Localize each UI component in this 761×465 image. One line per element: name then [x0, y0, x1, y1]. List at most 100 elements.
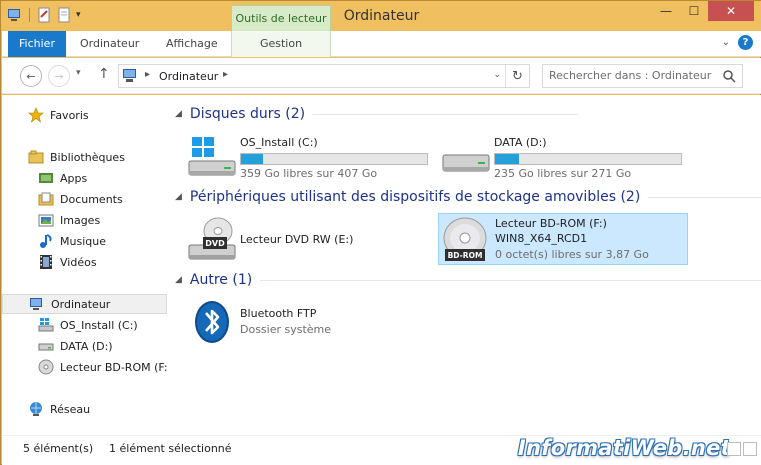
maximize-button[interactable]: ☐ [680, 1, 708, 21]
nav-item-label: Réseau [50, 402, 91, 416]
nav-images[interactable]: Images [2, 210, 167, 230]
collapse-chevron-icon[interactable]: ◢ [175, 192, 182, 202]
nav-bd-rom[interactable]: Lecteur BD-ROM (F: [2, 357, 167, 377]
nav-item-label: Favoris [50, 108, 89, 122]
windows-drive-icon [38, 318, 54, 332]
address-bar[interactable]: ▸ Ordinateur ▸ ⌄ ↻ [118, 64, 530, 88]
hard-drive-icon [442, 154, 490, 172]
group-header-autre[interactable]: ◢ Autre (1) [175, 272, 761, 288]
title-bar: ▾ Outils de lecteur Ordinateur — ☐ ✕ [1, 1, 761, 31]
explorer-window: ▾ Outils de lecteur Ordinateur — ☐ ✕ Fic… [0, 0, 761, 465]
images-icon [38, 214, 54, 227]
drive-tile-data[interactable]: DATA (D:) 235 Go libres sur 271 Go [438, 131, 688, 183]
tab-gestion[interactable]: Gestion [231, 31, 331, 57]
item-type: Dossier système [240, 323, 332, 336]
recent-locations-icon[interactable]: ▾ [76, 68, 81, 78]
nav-documents[interactable]: Documents [2, 189, 167, 209]
item-tile-bluetooth-ftp[interactable]: Bluetooth FTP Dossier système [184, 295, 434, 347]
details-view-icon[interactable] [727, 442, 741, 456]
music-icon [40, 234, 52, 248]
drive-usage-fill [241, 154, 264, 164]
window-title: Ordinateur [343, 8, 420, 24]
watermark: InformatiWeb.net [517, 436, 731, 460]
tab-affichage[interactable]: Affichage [154, 31, 230, 57]
ribbon-tabs: Fichier Ordinateur Affichage Gestion ⌄ ? [2, 31, 761, 57]
nav-favoris[interactable]: Favoris [2, 105, 167, 125]
search-input[interactable] [549, 69, 719, 82]
nav-item-label: Apps [60, 171, 88, 185]
windows-hard-drive-icon [188, 137, 236, 176]
group-title: Disques durs (2) [189, 106, 306, 122]
nav-os-install[interactable]: OS_Install (C:) [2, 315, 167, 335]
breadcrumb-chevron-icon[interactable]: ▸ [223, 69, 228, 80]
up-icon[interactable]: ↑ [98, 66, 110, 82]
back-button[interactable]: ← [20, 65, 42, 87]
address-row: ← → ▾ ↑ ▸ Ordinateur ▸ ⌄ ↻ [2, 58, 761, 94]
view-toggles [727, 442, 757, 456]
nav-item-label: Musique [60, 234, 106, 248]
nav-item-label: Images [60, 213, 101, 227]
collapse-chevron-icon[interactable]: ◢ [175, 109, 182, 119]
nav-apps[interactable]: Apps [2, 168, 167, 188]
tab-ordinateur[interactable]: Ordinateur [68, 31, 151, 57]
navigation-pane: Favoris Bibliothèques Apps Documents Ima… [2, 95, 167, 435]
group-divider [648, 196, 761, 198]
drive-tile-os-install[interactable]: OS_Install (C:) 359 Go libres sur 407 Go [184, 131, 434, 183]
breadcrumb-ordinateur[interactable]: Ordinateur [159, 70, 218, 83]
nav-videos[interactable]: Vidéos [2, 252, 167, 272]
forward-button[interactable]: → [48, 65, 70, 87]
drive-name: OS_Install (C:) [240, 136, 318, 149]
bd-rom-disc-icon: BD-ROM [443, 217, 487, 261]
nav-item-label: Lecteur BD-ROM (F: [60, 360, 167, 374]
libraries-icon [28, 150, 44, 164]
ribbon-right-controls: ⌄ ? [722, 35, 753, 50]
nav-item-label: Vidéos [60, 255, 97, 269]
computer-icon [30, 298, 42, 310]
search-icon[interactable] [722, 69, 736, 83]
nav-bibliotheques[interactable]: Bibliothèques [2, 147, 167, 167]
network-icon [30, 402, 42, 416]
drive-tile-bd-rom[interactable]: BD-ROM Lecteur BD-ROM (F:) WIN8_X64_RCD1… [438, 213, 688, 265]
bd-rom-badge: BD-ROM [448, 251, 483, 260]
computer-icon [123, 69, 136, 82]
nav-item-label: Bibliothèques [50, 150, 125, 164]
drive-name: Lecteur BD-ROM (F:) [495, 217, 607, 230]
drive-name: Lecteur DVD RW (E:) [240, 233, 354, 246]
nav-musique[interactable]: Musique [2, 231, 167, 251]
content-pane: ◢ Disques durs (2) OS_Install (C:) 359 G… [167, 95, 761, 435]
address-dropdown-icon[interactable]: ⌄ [493, 70, 501, 80]
expand-ribbon-icon[interactable]: ⌄ [722, 37, 730, 48]
drive-usage-bar [240, 153, 428, 165]
help-icon[interactable]: ? [738, 35, 753, 50]
collapse-chevron-icon[interactable]: ◢ [175, 275, 182, 285]
nav-ordinateur[interactable]: Ordinateur [2, 294, 167, 314]
breadcrumb-chevron-icon[interactable]: ▸ [145, 69, 150, 80]
drive-usage-bar [494, 153, 682, 165]
drive-free-space: 359 Go libres sur 407 Go [240, 167, 378, 180]
videos-icon [40, 255, 52, 269]
item-count: 5 élément(s) [23, 442, 94, 455]
minimize-button[interactable]: — [652, 1, 680, 21]
dvd-drive-icon: DVD [188, 217, 236, 260]
nav-item-label: OS_Install (C:) [60, 318, 138, 332]
nav-data[interactable]: DATA (D:) [2, 336, 167, 356]
selection-count: 1 élément sélectionné [109, 442, 232, 455]
drive-tile-dvd-rw[interactable]: DVD Lecteur DVD RW (E:) [184, 213, 434, 265]
bluetooth-icon [195, 301, 229, 343]
nav-reseau[interactable]: Réseau [2, 399, 167, 419]
drive-free-space: 0 octet(s) libres sur 3,87 Go [495, 248, 649, 261]
refresh-icon[interactable]: ↻ [505, 65, 529, 87]
group-header-disques-durs[interactable]: ◢ Disques durs (2) [175, 106, 579, 122]
group-divider [260, 279, 761, 281]
volume-label: WIN8_X64_RCD1 [495, 232, 588, 245]
group-header-peripheriques[interactable]: ◢ Périphériques utilisant des dispositif… [175, 189, 761, 205]
nav-item-label: DATA (D:) [60, 339, 113, 353]
large-icons-view-icon[interactable] [743, 442, 757, 456]
drive-name: DATA (D:) [494, 136, 547, 149]
group-title: Autre (1) [189, 272, 253, 288]
tab-fichier[interactable]: Fichier [8, 31, 66, 57]
close-button[interactable]: ✕ [708, 1, 754, 21]
window-controls: — ☐ ✕ [652, 1, 754, 21]
search-box[interactable] [542, 64, 743, 88]
apps-icon [39, 173, 53, 183]
